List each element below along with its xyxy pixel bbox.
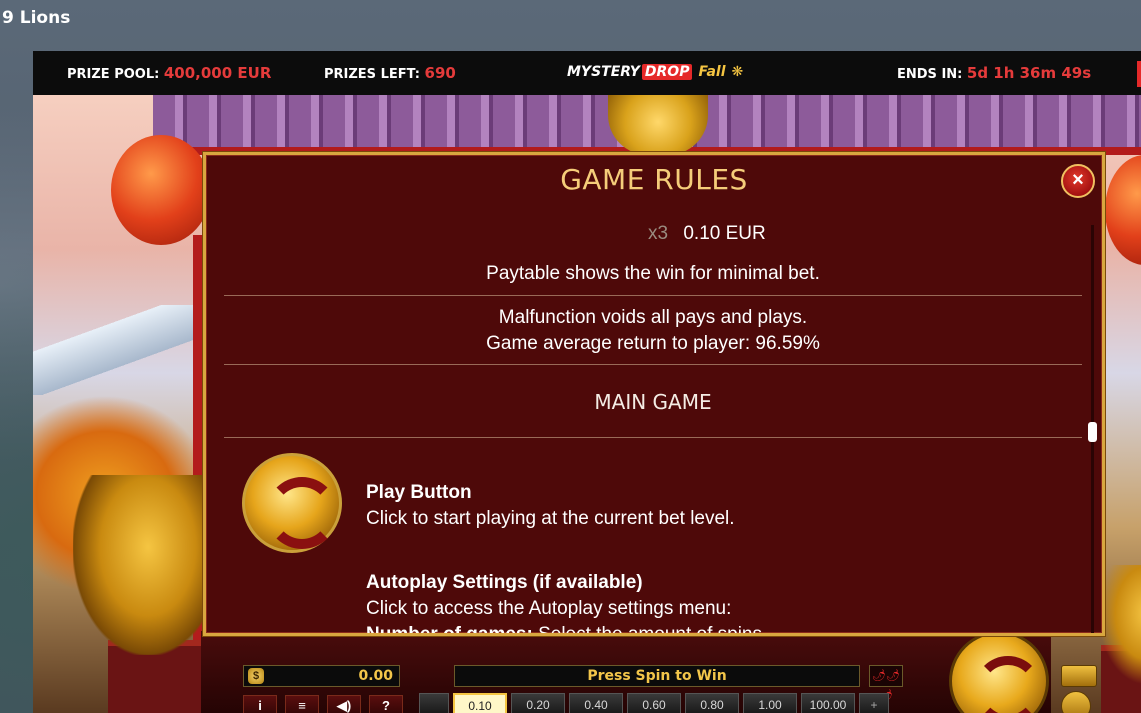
mountains-art	[33, 305, 213, 395]
bet-option[interactable]: 0.80	[685, 693, 739, 713]
help-button[interactable]: ?	[369, 695, 403, 713]
dragon-left-art	[73, 475, 223, 655]
info-button[interactable]: i	[243, 695, 277, 713]
pay-value: 0.10 EUR	[683, 223, 766, 244]
bet-option[interactable]: 1.00	[743, 693, 797, 713]
lantern-right-art	[1105, 155, 1141, 265]
prizes-left-value: 690	[424, 64, 456, 82]
prizes-left: PRIZES LEFT: 690	[324, 64, 456, 82]
page-title: 9 Lions	[2, 8, 71, 28]
disclaimer: Malfunction voids all pays and plays. Ga…	[224, 305, 1082, 357]
money-bag-icon: $	[248, 668, 264, 684]
paytable-note: Paytable shows the win for minimal bet.	[486, 263, 820, 284]
prize-pool-value: 400,000 EUR	[163, 64, 272, 82]
divider	[224, 437, 1082, 438]
bet-option[interactable]: 0.60	[627, 693, 681, 713]
prizes-left-label: PRIZES LEFT:	[324, 67, 420, 82]
autoplay-title: Autoplay Settings (if available)	[366, 572, 643, 593]
prize-pool-label: PRIZE POOL:	[67, 67, 160, 82]
lion-mask-art	[608, 95, 708, 155]
ends-in: ENDS IN: 5d 1h 36m 49s	[897, 64, 1091, 82]
bet-prev-button[interactable]	[419, 693, 449, 713]
promo-edge-tab[interactable]	[1137, 61, 1141, 87]
autoplay-desc: Click to access the Autoplay settings me…	[366, 598, 732, 619]
paytable-entry: x3 0.10 EUR	[648, 223, 766, 245]
bet-option[interactable]: 0.40	[569, 693, 623, 713]
play-button-icon	[242, 453, 342, 553]
balance-value: 0.00	[358, 668, 393, 684]
logo-drop: DROP	[641, 64, 693, 80]
lantern-left-art	[111, 135, 211, 245]
play-button-title: Play Button	[366, 482, 472, 503]
chili-volatility-icon: 🌶🌶🌶	[869, 665, 903, 702]
bet-option[interactable]: 0.10	[453, 693, 507, 713]
status-message: Press Spin to Win	[454, 665, 860, 687]
ends-in-label: ENDS IN:	[897, 67, 963, 82]
close-button[interactable]: ×	[1061, 164, 1095, 198]
autoplay-button[interactable]	[1061, 691, 1091, 713]
divider	[224, 364, 1082, 365]
ends-in-value: 5d 1h 36m 49s	[966, 64, 1092, 82]
play-button-desc: Click to start playing at the current be…	[366, 508, 735, 529]
section-heading-main-game: MAIN GAME	[594, 390, 712, 414]
autoplay-games-row: Number of games: Select the amount of sp…	[366, 624, 762, 636]
pay-multiplier: x3	[648, 223, 669, 244]
bet-option[interactable]: 100.00	[801, 693, 855, 713]
bet-next-button[interactable]: +	[859, 693, 889, 713]
modal-title: GAME RULES	[560, 163, 748, 196]
control-bar: $ 0.00 Press Spin to Win 🌶🌶🌶 i ≡ ◀) ? 0.…	[201, 631, 1097, 713]
malfunction-text: Malfunction voids all pays and plays.	[498, 307, 808, 328]
promo-bar: PRIZE POOL: 400,000 EUR PRIZES LEFT: 690…	[33, 51, 1141, 95]
divider	[224, 295, 1082, 296]
game-rules-modal: GAME RULES × x3 0.10 EUR Paytable shows …	[203, 152, 1105, 636]
spin-button[interactable]	[949, 631, 1049, 713]
logo-mystery: MYSTERY	[567, 64, 640, 80]
rtp-text: Game average return to player: 96.59%	[486, 333, 820, 354]
bet-option[interactable]: 0.20	[511, 693, 565, 713]
prize-pool: PRIZE POOL: 400,000 EUR	[67, 64, 271, 82]
balance-display: $ 0.00	[243, 665, 400, 687]
menu-button[interactable]: ≡	[285, 695, 319, 713]
sound-button[interactable]: ◀)	[327, 695, 361, 713]
mystery-drop-logo[interactable]: MYSTERY DROP Fall ❋	[567, 64, 743, 80]
leaf-icon: ❋	[731, 64, 744, 80]
bet-selector: 0.10 0.20 0.40 0.60 0.80 1.00 100.00 +	[419, 691, 909, 713]
scrollbar-thumb[interactable]	[1088, 422, 1097, 442]
paytable-button[interactable]	[1061, 665, 1097, 687]
autoplay-games-desc: Select the amount of spins	[532, 624, 762, 636]
logo-fall: Fall	[698, 64, 726, 80]
autoplay-games-label: Number of games:	[366, 624, 533, 636]
